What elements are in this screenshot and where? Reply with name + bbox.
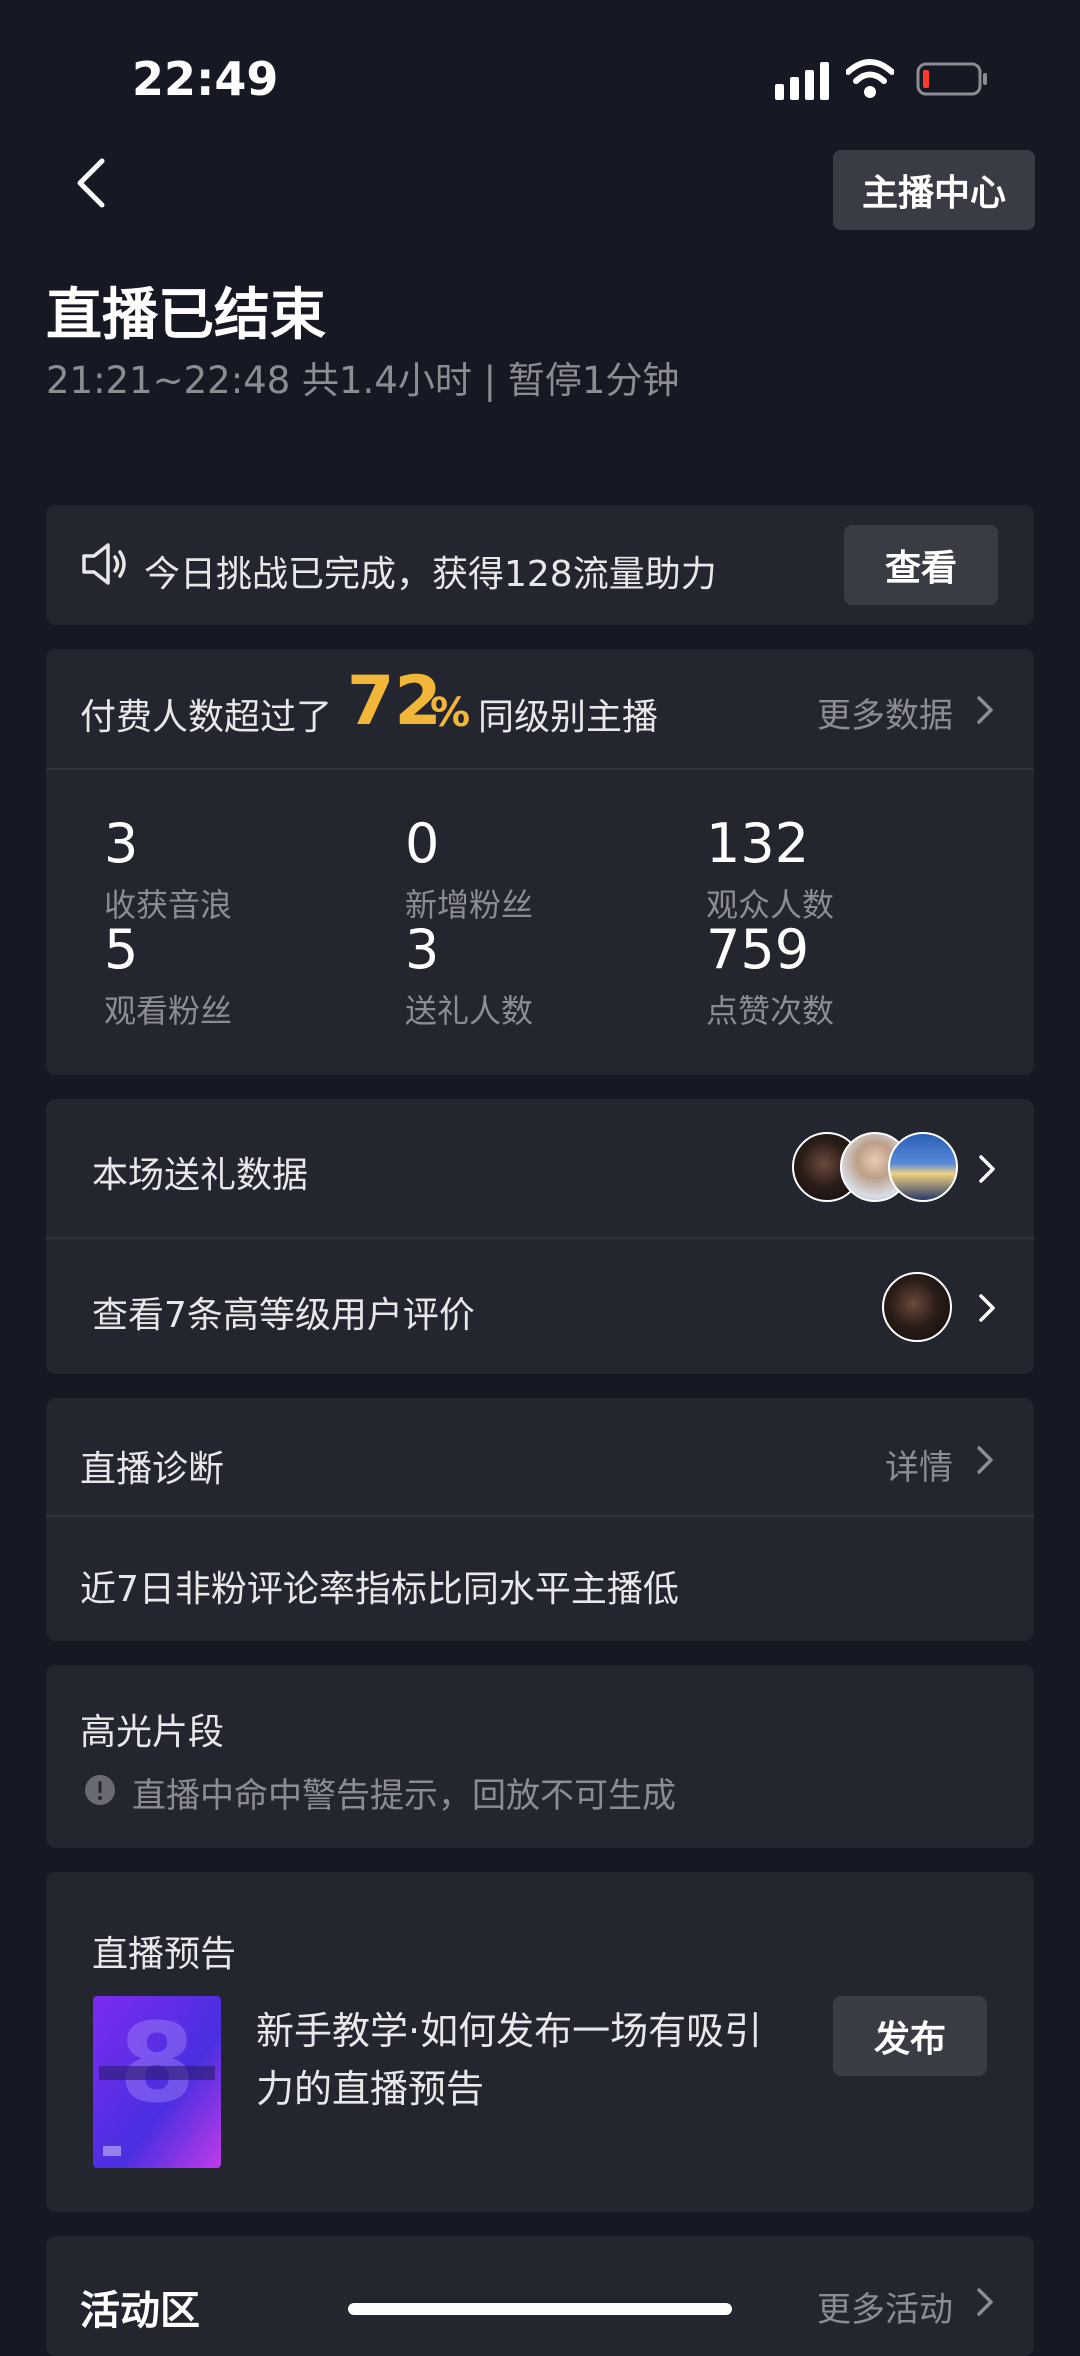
- stat-value: 0: [405, 812, 440, 875]
- speaker-icon: [82, 543, 126, 585]
- highlight-warning: 直播中命中警告提示，回放不可生成: [132, 1776, 676, 1816]
- more-data-link[interactable]: 更多数据: [817, 688, 953, 737]
- chevron-right-icon[interactable]: [977, 1290, 999, 1326]
- publish-button[interactable]: 发布: [833, 1996, 987, 2076]
- paid-prefix: 付费人数超过了: [80, 697, 333, 738]
- more-activities-link[interactable]: 更多活动: [817, 2282, 953, 2331]
- view-button[interactable]: 查看: [844, 525, 998, 605]
- home-indicator[interactable]: [348, 2303, 732, 2315]
- challenge-text: 今日挑战已完成，获得128流量助力: [144, 554, 717, 595]
- chevron-right-icon[interactable]: [975, 2284, 997, 2320]
- paid-suffix: 同级别主播: [478, 697, 659, 738]
- stat-value: 132: [706, 812, 810, 875]
- chevron-right-icon[interactable]: [977, 1151, 999, 1187]
- diagnosis-text: 近7日非粉评论率指标比同水平主播低: [80, 1569, 679, 1610]
- live-duration: 21:21~22:48 共1.4小时 | 暂停1分钟: [46, 359, 680, 402]
- svg-text:8: 8: [119, 1999, 196, 2127]
- user-reviews-row[interactable]: 查看7条高等级用户评价: [92, 1286, 475, 1338]
- streamer-center-button[interactable]: 主播中心: [833, 150, 1035, 230]
- avatar: [882, 1272, 952, 1342]
- stat-value: 3: [405, 918, 440, 981]
- highlight-card: [46, 1665, 1034, 1848]
- activity-title: 活动区: [80, 2288, 200, 2334]
- divider: [46, 768, 1034, 770]
- chevron-right-icon[interactable]: [975, 1442, 997, 1478]
- battery-icon: [916, 62, 987, 96]
- stat-value: 3: [104, 812, 139, 875]
- gift-data-row[interactable]: 本场送礼数据: [92, 1146, 308, 1198]
- stat-value: 5: [104, 918, 139, 981]
- signal-icon: [775, 62, 829, 100]
- divider: [46, 1515, 1034, 1517]
- stat-label: 观看粉丝: [104, 992, 233, 1030]
- paid-percent: 72: [347, 662, 442, 741]
- highlight-title: 高光片段: [80, 1712, 225, 1753]
- chevron-right-icon[interactable]: [975, 692, 997, 728]
- diagnosis-title: 直播诊断: [80, 1449, 225, 1490]
- preview-title: 直播预告: [92, 1934, 237, 1975]
- tutorial-thumbnail[interactable]: 8: [93, 1996, 221, 2168]
- stat-value: 759: [706, 918, 810, 981]
- preview-description[interactable]: 新手教学·如何发布一场有吸引力的直播预告: [256, 2002, 796, 2118]
- avatar: [888, 1132, 958, 1202]
- page-title: 直播已结束: [46, 283, 326, 348]
- warning-icon: [85, 1775, 115, 1805]
- stat-label: 点赞次数: [706, 992, 835, 1030]
- divider: [46, 1237, 1034, 1239]
- status-time: 22:49: [132, 52, 279, 106]
- paid-percent-sign: %: [430, 690, 471, 736]
- back-arrow-icon[interactable]: [70, 155, 110, 211]
- stat-label: 送礼人数: [405, 992, 534, 1030]
- diagnosis-detail-link[interactable]: 详情: [885, 1440, 953, 1489]
- wifi-icon: [846, 59, 894, 98]
